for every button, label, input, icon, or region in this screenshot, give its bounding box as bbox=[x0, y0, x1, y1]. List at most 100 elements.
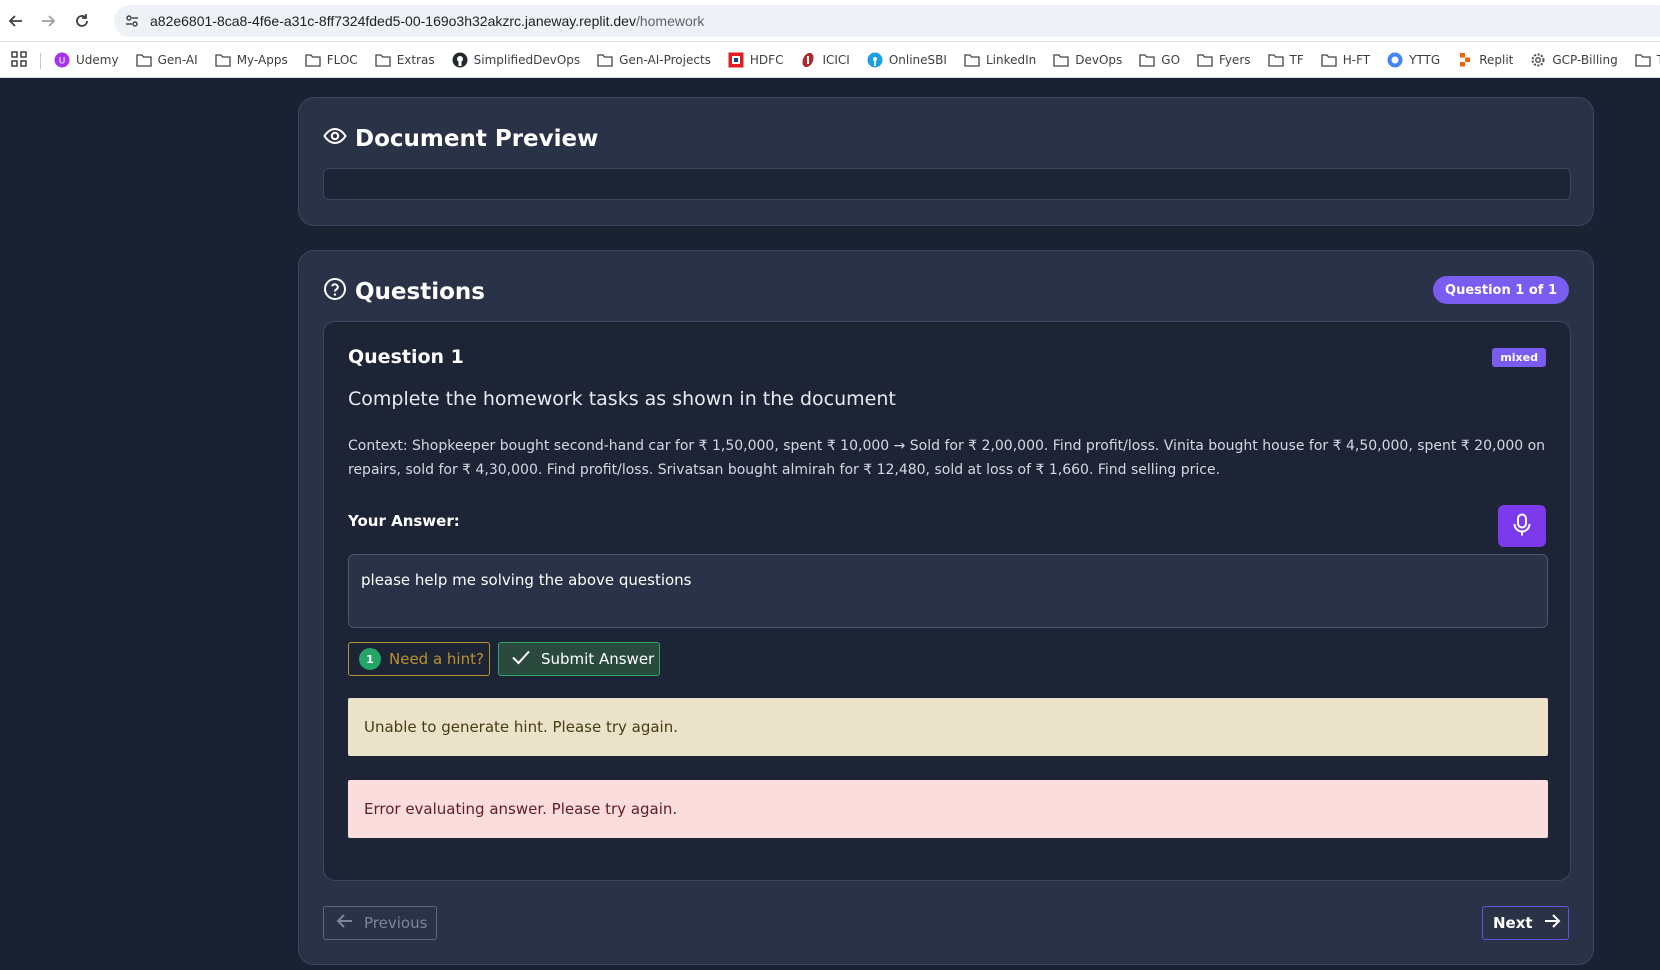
bookmark-label: Gen-AI-Projects bbox=[619, 53, 711, 67]
hint-error-alert: Unable to generate hint. Please try agai… bbox=[348, 698, 1548, 756]
bookmark-label: TF bbox=[1289, 53, 1304, 67]
bookmark-label: OnlineSBI bbox=[888, 53, 947, 67]
bookmark-go[interactable]: GO bbox=[1139, 52, 1180, 68]
folder-icon bbox=[597, 52, 613, 68]
question-panel: Question 1 mixed Complete the homework t… bbox=[323, 321, 1571, 881]
bookmark-tirumala[interactable]: Tirumala bbox=[1635, 52, 1660, 68]
evaluation-error-message: Error evaluating answer. Please try agai… bbox=[364, 800, 678, 818]
folder-icon bbox=[1267, 52, 1284, 68]
bookmark-icici[interactable]: ICICI bbox=[800, 52, 850, 68]
hdfc-icon bbox=[728, 52, 744, 68]
forward-arrow-icon[interactable] bbox=[36, 9, 60, 33]
bookmark-fyers[interactable]: Fyers bbox=[1197, 52, 1251, 68]
bookmark-udemy[interactable]: U Udemy bbox=[54, 52, 119, 68]
folder-icon bbox=[964, 52, 980, 68]
bookmark-my-apps[interactable]: My-Apps bbox=[215, 52, 288, 68]
bookmark-label: GCP-Billing bbox=[1552, 53, 1618, 67]
bookmark-label: Fyers bbox=[1219, 53, 1251, 67]
evaluation-error-alert: Error evaluating answer. Please try agai… bbox=[348, 780, 1548, 838]
apps-grid-icon[interactable] bbox=[10, 50, 28, 73]
eye-icon bbox=[323, 124, 347, 154]
microphone-icon bbox=[1512, 513, 1532, 540]
bookmark-label: SimplifiedDevOps bbox=[473, 53, 581, 67]
hint-button[interactable]: 1 Need a hint? bbox=[348, 642, 490, 676]
next-button[interactable]: Next bbox=[1482, 906, 1569, 940]
document-preview-card: Document Preview bbox=[298, 97, 1594, 226]
bookmark-gen-ai-projects[interactable]: Gen-AI-Projects bbox=[597, 52, 711, 68]
folder-icon bbox=[1053, 52, 1069, 68]
questions-header: Questions bbox=[323, 277, 485, 307]
next-label: Next bbox=[1493, 914, 1533, 932]
folder-icon bbox=[135, 52, 152, 68]
bookmark-gcp-billing[interactable]: GCP-Billing bbox=[1530, 52, 1618, 68]
bookmark-linkedin[interactable]: LinkedIn bbox=[964, 52, 1036, 68]
arrow-left-icon bbox=[336, 913, 354, 933]
bookmark-gen-ai[interactable]: Gen-AI bbox=[135, 52, 198, 68]
bookmark-devops[interactable]: DevOps bbox=[1053, 52, 1122, 68]
document-preview-title: Document Preview bbox=[355, 126, 599, 152]
previous-label: Previous bbox=[364, 914, 428, 932]
bookmark-label: My-Apps bbox=[236, 53, 288, 67]
checkmark-icon bbox=[511, 649, 531, 669]
udemy-icon: U bbox=[54, 52, 70, 68]
folder-icon bbox=[305, 52, 321, 68]
question-counter-badge: Question 1 of 1 bbox=[1433, 276, 1569, 304]
voice-input-button[interactable] bbox=[1498, 505, 1546, 547]
bookmark-yttg[interactable]: YTTG bbox=[1387, 52, 1440, 68]
bookmark-onlinesbi[interactable]: OnlineSBI bbox=[867, 52, 947, 68]
folder-icon bbox=[1139, 52, 1155, 68]
questions-title: Questions bbox=[355, 279, 485, 305]
bookmark-label: LinkedIn bbox=[985, 53, 1037, 67]
gear-icon bbox=[1530, 52, 1546, 68]
question-prompt: Complete the homework tasks as shown in … bbox=[348, 388, 896, 410]
sbi-icon bbox=[867, 52, 883, 68]
document-preview-header: Document Preview bbox=[323, 124, 598, 154]
bookmark-simplifieddevops[interactable]: SimplifiedDevOps bbox=[452, 52, 581, 68]
yttg-icon bbox=[1387, 52, 1403, 68]
answer-label: Your Answer: bbox=[348, 512, 460, 530]
folder-icon bbox=[1197, 52, 1213, 68]
reload-icon[interactable] bbox=[70, 9, 94, 33]
site-settings-icon[interactable] bbox=[124, 13, 140, 34]
bookmarks-bar: U Udemy Gen-AI My-Apps FLOC Extras SimplifiedD… bbox=[0, 42, 1660, 78]
icici-icon bbox=[800, 52, 816, 68]
replit-icon bbox=[1457, 52, 1473, 68]
bookmark-list: U Udemy Gen-AI My-Apps FLOC Extras SimplifiedD… bbox=[54, 42, 1660, 78]
bookmark-label: FLOC bbox=[326, 53, 358, 67]
submit-answer-button[interactable]: Submit Answer bbox=[498, 642, 660, 676]
bookmark-floc[interactable]: FLOC bbox=[305, 52, 358, 68]
bookmark-h-ft[interactable]: H-FT bbox=[1321, 52, 1370, 68]
bookmark-label: DevOps bbox=[1075, 53, 1123, 67]
back-arrow-icon[interactable] bbox=[4, 9, 28, 33]
question-context: Context: Shopkeeper bought second-hand c… bbox=[348, 438, 1546, 478]
bookmark-label: Replit bbox=[1479, 53, 1514, 67]
folder-icon bbox=[375, 52, 391, 68]
bookmark-label: H-FT bbox=[1342, 53, 1371, 67]
url-text: a82e6801-8ca8-4f6e-a31c-8ff7324fded5-00-… bbox=[150, 13, 705, 29]
folder-icon bbox=[1635, 52, 1651, 68]
bookmark-label: Udemy bbox=[76, 53, 119, 67]
hint-count-badge: 1 bbox=[359, 648, 381, 670]
browser-toolbar: a82e6801-8ca8-4f6e-a31c-8ff7324fded5-00-… bbox=[0, 0, 1660, 42]
bookmark-tf[interactable]: TF bbox=[1267, 52, 1304, 68]
bookmark-label: ICICI bbox=[822, 53, 850, 67]
bookmark-label: Extras bbox=[396, 53, 435, 67]
answer-textarea[interactable]: please help me solving the above questio… bbox=[348, 554, 1548, 628]
svg-text:U: U bbox=[59, 57, 66, 67]
help-circle-icon bbox=[323, 277, 347, 307]
hint-button-label: Need a hint? bbox=[389, 650, 484, 668]
bookmark-extras[interactable]: Extras bbox=[375, 52, 435, 68]
previous-button[interactable]: Previous bbox=[323, 906, 437, 940]
bookmark-hdfc[interactable]: HDFC bbox=[728, 52, 784, 68]
address-bar[interactable]: a82e6801-8ca8-4f6e-a31c-8ff7324fded5-00-… bbox=[114, 5, 1660, 37]
github-icon bbox=[452, 52, 468, 68]
hint-error-message: Unable to generate hint. Please try agai… bbox=[364, 718, 678, 736]
bookmark-label: YTTG bbox=[1409, 53, 1441, 67]
bookmark-label: HDFC bbox=[749, 53, 784, 67]
bookmark-label: Gen-AI bbox=[157, 53, 198, 67]
bookmark-replit[interactable]: Replit bbox=[1457, 52, 1513, 68]
arrow-right-icon bbox=[1543, 913, 1561, 933]
document-preview-area bbox=[323, 168, 1571, 200]
bookmarks-divider bbox=[40, 53, 41, 69]
folder-icon bbox=[215, 52, 231, 68]
